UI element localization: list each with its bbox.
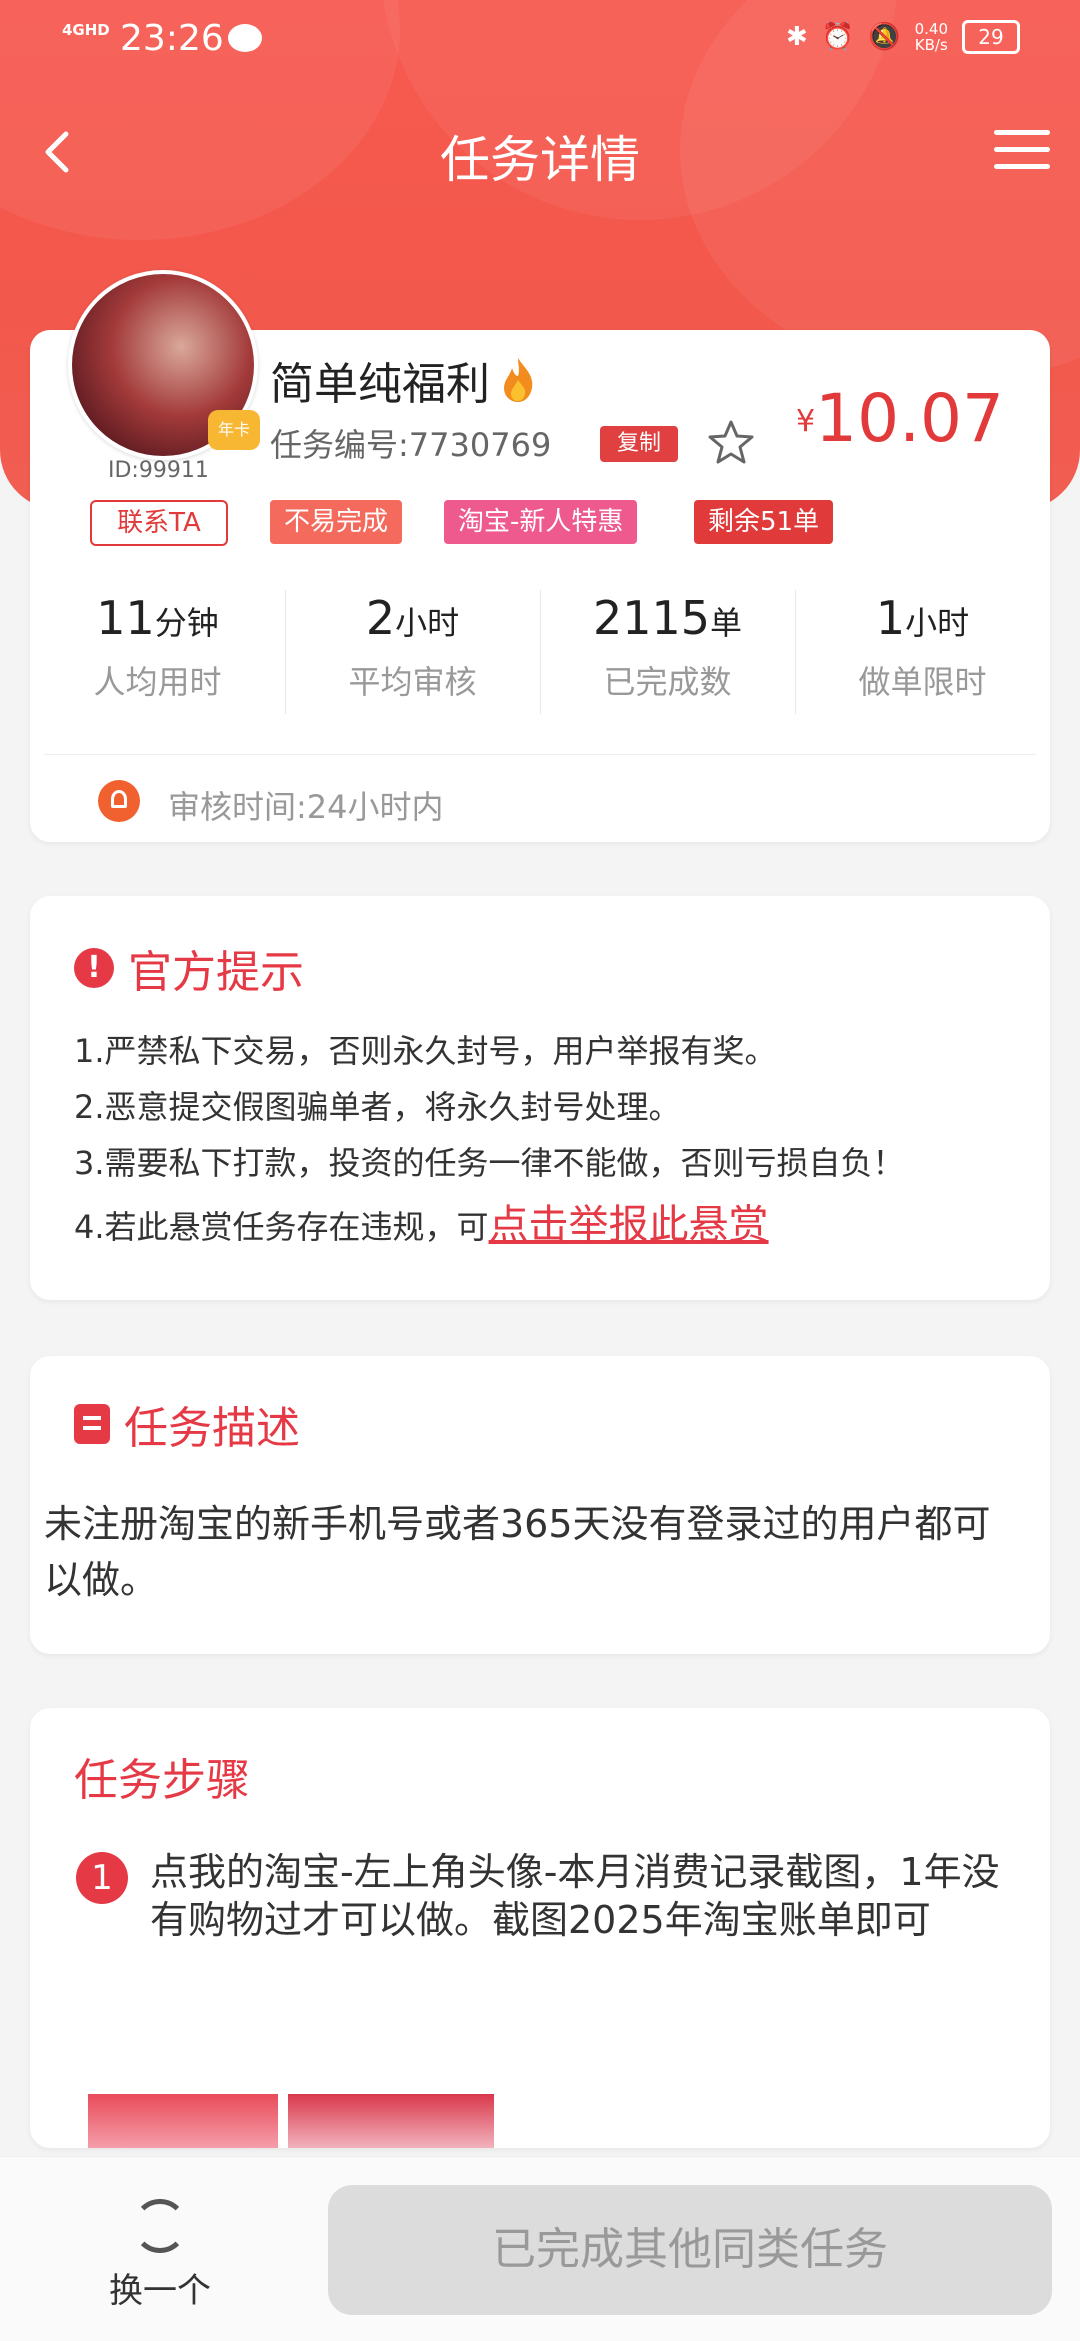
stat-value: 11 — [96, 591, 155, 645]
notice-line-4-text: 4.若此悬赏任务存在违规，可 — [74, 1208, 489, 1246]
review-time: 审核时间:24小时内 — [168, 788, 444, 826]
alarm-icon: ⏰ — [821, 22, 855, 52]
stat-value: 2 — [365, 591, 396, 645]
avatar[interactable]: 年卡 — [68, 270, 260, 460]
stat-avg-review: 2小时 平均审核 — [285, 588, 540, 736]
stat-label: 已完成数 — [603, 663, 732, 701]
stat-value: 2115 — [592, 591, 711, 645]
battery-icon: 29 — [962, 20, 1020, 54]
network-indicator: 4GHD — [62, 21, 110, 39]
speed-unit: KB/s — [914, 36, 948, 54]
divider — [44, 754, 1036, 755]
stat-unit: 小时 — [395, 604, 460, 642]
stamp-icon — [98, 780, 140, 822]
stat-label: 做单限时 — [858, 663, 987, 701]
report-link[interactable]: 点击举报此悬赏 — [489, 1202, 769, 1248]
description-text: 未注册淘宝的新手机号或者365天没有登录过的用户都可以做。 — [44, 1502, 991, 1602]
completed-similar-button[interactable]: 已完成其他同类任务 — [328, 2185, 1052, 2315]
tag-remaining: 剩余51单 — [694, 500, 834, 544]
notice-line-4: 4.若此悬赏任务存在违规，可点击举报此悬赏 — [74, 1192, 1034, 1250]
notice-line-1: 1.严禁私下交易，否则永久封号，用户举报有奖。 — [74, 1032, 777, 1070]
steps-card: 任务步骤 1 点我的淘宝-左上角头像-本月消费记录截图，1年没有购物过才可以做。… — [30, 1708, 1050, 2148]
document-icon — [74, 1404, 110, 1444]
contact-button[interactable]: 联系TA — [90, 500, 228, 546]
mute-icon: 🔕 — [868, 22, 901, 52]
page-title: 任务详情 — [440, 131, 640, 189]
network-speed: 0.40 KB/s — [915, 21, 948, 53]
fire-icon — [504, 358, 533, 402]
message-bubble-icon — [228, 24, 262, 52]
refresh-label: 换一个 — [109, 2271, 211, 2311]
step-screenshot[interactable] — [88, 2094, 278, 2148]
step-text: 点我的淘宝-左上角头像-本月消费记录截图，1年没有购物过才可以做。截图2025年… — [150, 1850, 1000, 1942]
warning-icon: ! — [74, 948, 114, 988]
stat-avg-time: 11分钟 人均用时 — [30, 588, 285, 736]
clock: 23:26 — [120, 18, 224, 59]
notice-title-text: 官方提示 — [128, 947, 304, 998]
stat-label: 人均用时 — [93, 663, 222, 701]
stat-time-limit: 1小时 做单限时 — [795, 588, 1050, 736]
bottom-action-bar: 换一个 已完成其他同类任务 — [0, 2156, 1080, 2341]
stat-unit: 分钟 — [154, 604, 219, 642]
description-title: 任务描述 — [74, 1392, 300, 1456]
reward-price: ¥10.07 — [796, 380, 1004, 457]
menu-icon[interactable] — [994, 124, 1050, 176]
vip-badge: 年卡 — [208, 410, 260, 450]
task-name: 简单纯福利 — [270, 348, 538, 412]
tag-difficulty: 不易完成 — [270, 500, 403, 544]
refresh-icon — [133, 2199, 187, 2253]
description-title-text: 任务描述 — [124, 1403, 300, 1454]
status-bar: 4GHD 23:26 ✱ ⏰ 🔕 0.40 KB/s 29 — [0, 0, 1080, 80]
stat-completed: 2115单 已完成数 — [540, 588, 795, 736]
price-amount: 10.07 — [815, 380, 1005, 457]
step-number: 1 — [76, 1852, 128, 1904]
stat-label: 平均审核 — [348, 663, 477, 701]
status-right: ✱ ⏰ 🔕 0.40 KB/s 29 — [786, 20, 1020, 54]
stats-row: 11分钟 人均用时 2小时 平均审核 2115单 已完成数 1小时 做单限时 — [30, 588, 1050, 736]
notice-line-2: 2.恶意提交假图骗单者，将永久封号处理。 — [74, 1088, 681, 1126]
task-number: 任务编号:7730769 — [270, 426, 552, 464]
refresh-button[interactable]: 换一个 — [100, 2199, 220, 2312]
stat-value: 1 — [875, 591, 906, 645]
price-currency: ¥ — [796, 404, 816, 439]
notice-title: ! 官方提示 — [74, 936, 304, 1000]
official-notice-card: ! 官方提示 1.严禁私下交易，否则永久封号，用户举报有奖。 2.恶意提交假图骗… — [30, 896, 1050, 1300]
step-screenshot[interactable] — [288, 2094, 494, 2148]
stat-unit: 小时 — [905, 604, 970, 642]
copy-button[interactable]: 复制 — [600, 426, 678, 462]
steps-title: 任务步骤 — [74, 1755, 250, 1806]
stat-unit: 单 — [710, 604, 743, 642]
bluetooth-icon: ✱ — [786, 22, 808, 52]
tag-category: 淘宝-新人特惠 — [444, 500, 638, 544]
speed-value: 0.40 — [914, 20, 948, 38]
star-icon[interactable] — [706, 418, 756, 468]
nav-bar: 任务详情 — [0, 100, 1080, 200]
notice-line-3: 3.需要私下打款，投资的任务一律不能做，否则亏损自负！ — [74, 1144, 905, 1182]
task-name-text: 简单纯福利 — [270, 359, 490, 410]
user-id: ID:99911 — [108, 458, 209, 483]
